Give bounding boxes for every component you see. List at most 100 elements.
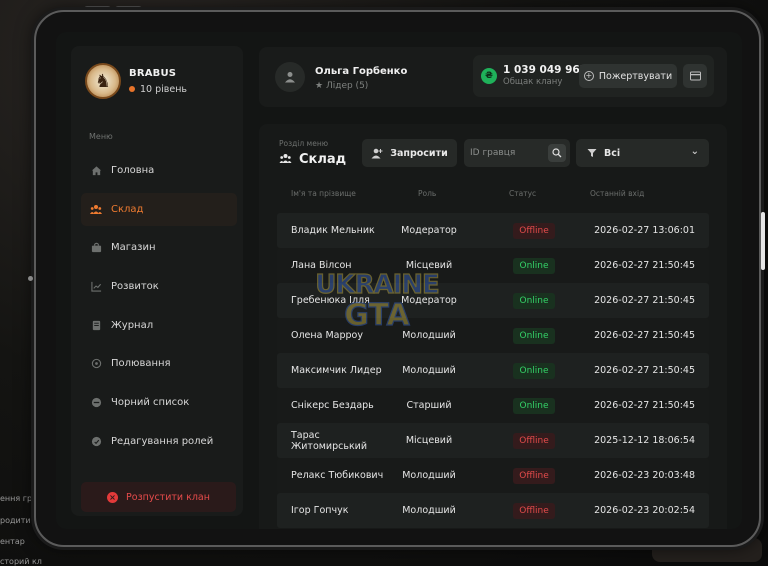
sidebar-item-label: Полювання [111,358,171,370]
table-row[interactable]: Релакс Тюбикович Молодший Offline 2026-02-2… [277,458,709,493]
bank-amount: 1 039 049 965 [503,64,588,76]
table-row[interactable]: Снікерс Бездарь Старший Online 2026-02-27 2… [277,388,709,423]
member-name-text: Гребенюка Ілля [291,295,370,306]
target-icon [90,358,102,370]
user-icon [285,72,295,83]
star-icon: ★ [315,81,324,91]
member-last-login: 2026-02-27 13:06:01 [594,225,695,236]
clan-name: BRABUS [129,67,177,79]
member-last-login: 2025-12-12 18:06:54 [594,435,695,446]
invite-label: Запросити [390,147,448,159]
donate-label: Пожертвувати [598,70,673,82]
table-row[interactable]: Владик Мельник Модератор Offline 2026-02-27… [277,213,709,248]
sidebar-item-blacklist[interactable]: Чорний список [81,386,237,419]
background-text: ентар [0,537,25,546]
search-input[interactable] [470,146,540,160]
avatar [275,62,305,92]
background-text: ення гра [0,494,37,503]
sidebar-item-label: Розвиток [111,281,159,293]
level-dot-icon [129,86,135,92]
donate-button[interactable]: + Пожертвувати [579,64,677,88]
column-header-name: Ім'я та прізвище [291,189,356,198]
member-last-login: 2026-02-27 21:50:45 [594,365,695,376]
player-search [464,139,570,167]
sidebar-item-journal[interactable]: Журнал [81,309,237,342]
hryvnia-icon: ₴ [481,68,497,84]
member-role: Місцевий [405,260,453,271]
add-user-icon [371,148,383,158]
clan-info: ♞ BRABUS 10 рівень [85,63,187,99]
member-name-text: Релакс Тюбикович [291,470,384,481]
member-name-text: Тарас Житомирський [291,429,368,452]
sidebar-item-shop[interactable]: Магазин [81,231,237,264]
sidebar-menu: Головна Склад Магазин Розвиток Журнал По… [81,154,237,464]
status-badge: Offline [513,432,555,449]
status-badge: Offline [513,502,555,519]
sidebar-item-development[interactable]: Розвиток [81,270,237,303]
members-panel: Розділ меню Склад Запросити Всі [259,124,727,529]
member-name-text: Снікерс Бездарь [291,400,374,411]
member-role: Молодший [402,365,456,376]
member-role: Молодший [402,505,456,516]
section-label: Розділ меню [279,139,329,148]
blacklist-icon [90,397,102,409]
journal-icon [90,319,102,331]
page-title-text: Склад [299,152,347,167]
page-title: Склад [279,152,346,167]
sidebar-item-hunting[interactable]: Полювання [81,347,237,380]
member-role: Модератор [401,295,457,306]
member-name-text: Ігор Гопчук [291,505,349,516]
sidebar-item-home[interactable]: Головна [81,154,237,187]
disband-clan-label: Розпустити клан [126,491,210,503]
status-badge: Online [513,327,555,344]
clan-bank: ₴ 1 039 049 965 Общак клану + Пожертвува… [473,55,714,97]
column-header-status: Статус [509,189,537,198]
user-name: Ольга Горбенко [315,66,408,77]
status-badge: Offline [513,222,555,239]
member-status: Online [499,318,569,353]
clan-level: 10 рівень [129,84,187,95]
close-icon: × [107,491,119,503]
table-row[interactable]: Ігор Гопчук Молодший Offline 2026-02-23 20:… [277,493,709,528]
table-row[interactable]: Лана Вілсон Місцевий Online 2026-02-27 21:5… [277,248,709,283]
table-row[interactable]: Тарас Житомирський Місцевий Offline 2025-12… [277,423,709,458]
member-name-text: Олена Марроу [291,330,363,341]
tablet-screen: ♞ BRABUS 10 рівень Меню Головна Склад Ма… [56,32,742,529]
sidebar-item-label: Чорний список [111,397,190,409]
disband-clan-button[interactable]: × Розпустити клан [81,482,236,512]
sidebar-item-roles[interactable]: Редагування ролей [81,425,237,458]
table-row[interactable]: Олена Марроу Молодший Online 2026-02-27 21:… [277,318,709,353]
member-name: Лана Вілсон [291,248,389,283]
member-name: Максимчик Лидер [291,353,389,388]
header: Ольга Горбенко ★ Лідер (5) ₴ 1 039 049 9… [259,47,727,107]
search-icon [552,148,562,158]
sidebar-item-label: Магазин [111,242,156,254]
member-name: Ігор Гопчук [291,493,389,528]
sidebar-item-storage[interactable]: Склад [81,192,237,226]
column-header-role: Роль [418,189,437,198]
member-name: Релакс Тюбикович [291,458,389,493]
user-role: ★ Лідер (5) [315,81,368,91]
member-role: Місцевий [405,435,453,446]
wallet-button[interactable] [683,64,707,88]
tablet-frame: ♞ BRABUS 10 рівень Меню Головна Склад Ма… [28,10,765,547]
member-name: Владик Мельник [291,213,389,248]
member-name: Гребенюка Ілля [291,283,389,318]
member-last-login: 2026-02-23 20:03:48 [594,470,695,481]
member-role: Молодший [402,470,456,481]
status-badge: Online [513,257,555,274]
member-name-text: Владик Мельник [291,225,375,236]
sidebar-item-label: Журнал [111,319,154,331]
people-icon [279,153,292,167]
member-status: Offline [499,458,569,493]
member-status: Online [499,283,569,318]
table-row[interactable]: Максимчик Лидер Молодший Online 2026-02-27 … [277,353,709,388]
menu-title: Меню [89,132,113,141]
clan-level-text: 10 рівень [140,83,188,95]
table-row[interactable]: Гребенюка Ілля Модератор Online 2026-02-27 … [277,283,709,318]
invite-button[interactable]: Запросити [362,139,457,167]
status-badge: Online [513,292,555,309]
search-button[interactable] [548,144,566,162]
role-filter-select[interactable]: Всі ⌄ [576,139,709,167]
member-status: Offline [499,423,569,458]
